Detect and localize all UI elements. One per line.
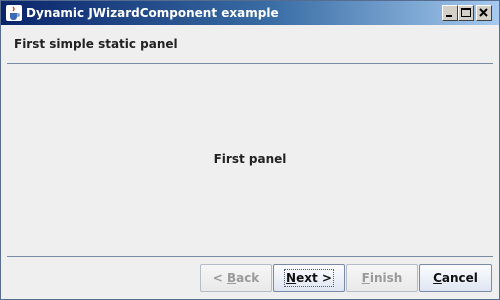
header-separator: [7, 63, 493, 64]
finish-label-rest: inish: [369, 271, 403, 285]
next-button[interactable]: Next >: [273, 264, 345, 292]
cancel-mnemonic: C: [433, 271, 442, 285]
finish-button[interactable]: Finish: [346, 264, 418, 292]
next-focus-ring: Next >: [284, 269, 334, 287]
wizard-window: Dynamic JWizardComponent example First s…: [0, 0, 500, 300]
back-mnemonic: B: [226, 271, 237, 285]
close-icon: [479, 8, 488, 17]
maximize-button[interactable]: [458, 5, 474, 21]
finish-mnemonic: F: [361, 271, 370, 285]
panel-content-label: First panel: [213, 152, 287, 166]
back-prefix: <: [212, 271, 227, 285]
java-cup-icon: [6, 5, 22, 21]
cancel-button[interactable]: Cancel: [419, 264, 492, 292]
next-label-rest: ext >: [296, 271, 332, 285]
footer-separator: [7, 256, 493, 257]
maximize-icon: [461, 8, 471, 17]
back-button[interactable]: < Back: [200, 264, 272, 292]
window-title: Dynamic JWizardComponent example: [26, 6, 279, 20]
close-button[interactable]: [476, 5, 492, 21]
back-label-rest: ack: [236, 271, 260, 285]
cancel-label-rest: ancel: [441, 271, 478, 285]
title-bar[interactable]: Dynamic JWizardComponent example: [1, 1, 499, 25]
minimize-button[interactable]: [442, 5, 458, 21]
next-mnemonic: N: [286, 271, 297, 285]
wizard-step-header: First simple static panel: [14, 37, 178, 51]
minimize-icon: [446, 15, 452, 17]
